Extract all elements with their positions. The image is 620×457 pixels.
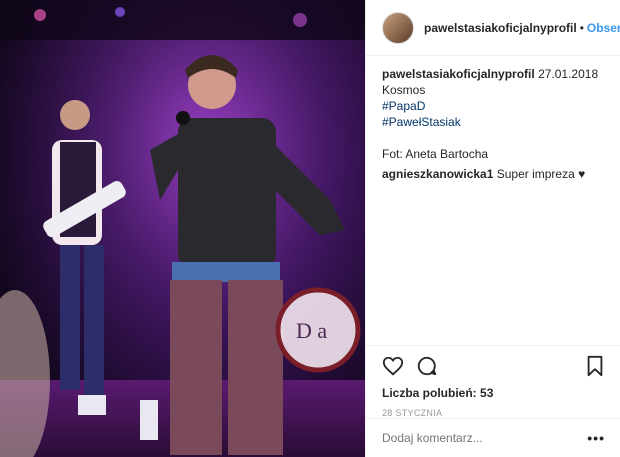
post-photo[interactable]: D a — [0, 0, 365, 457]
comment-username[interactable]: agnieszkanowicka1 — [382, 167, 493, 181]
hashtag-papad[interactable]: #PapaD — [382, 98, 604, 114]
avatar[interactable] — [382, 11, 414, 44]
hashtag-pawelstasiak[interactable]: #PawełStasiak — [382, 114, 604, 130]
post-sidebar: pawelstasiakoficjalnyprofil • Obser pawe… — [365, 0, 620, 457]
header-username[interactable]: pawelstasiakoficjalnyprofil — [424, 21, 577, 35]
add-comment-bar: ••• — [366, 418, 620, 457]
likes-number: 53 — [480, 386, 494, 400]
concert-image: D a — [0, 0, 365, 457]
likes-label: Liczba polubień: — [382, 386, 477, 400]
caption-date: 27.01.2018 — [538, 67, 599, 81]
action-bar: Liczba polubień: 53 28 STYCZNIA — [366, 345, 620, 418]
comment-icon[interactable] — [416, 355, 438, 377]
post-header: pawelstasiakoficjalnyprofil • Obser — [366, 0, 620, 56]
follow-button[interactable]: Obser — [587, 21, 620, 35]
drum-kit: D a — [275, 287, 361, 373]
comment-text: Super impreza ♥ — [496, 167, 586, 181]
caption-text: Kosmos — [382, 83, 426, 97]
likes-count[interactable]: Liczba polubień: 53 — [382, 386, 605, 400]
header-separator: • — [579, 20, 584, 35]
caption-block: pawelstasiakoficjalnyprofil 27.01.2018 K… — [366, 56, 620, 182]
caption-username[interactable]: pawelstasiakoficjalnyprofil — [382, 67, 535, 81]
svg-text:D a: D a — [296, 318, 327, 343]
comment-input[interactable] — [382, 431, 588, 445]
more-options-icon[interactable]: ••• — [587, 430, 605, 446]
heart-icon[interactable] — [382, 355, 404, 377]
caption-credit: Fot: Aneta Bartocha — [382, 147, 489, 161]
post-date: 28 STYCZNIA — [382, 408, 443, 418]
bookmark-icon[interactable] — [585, 355, 605, 377]
instagram-post: D a pawelstasiakoficjalnyprofil • Obser … — [0, 0, 620, 457]
comment-item: agnieszkanowicka1 Super impreza ♥ — [382, 166, 604, 182]
